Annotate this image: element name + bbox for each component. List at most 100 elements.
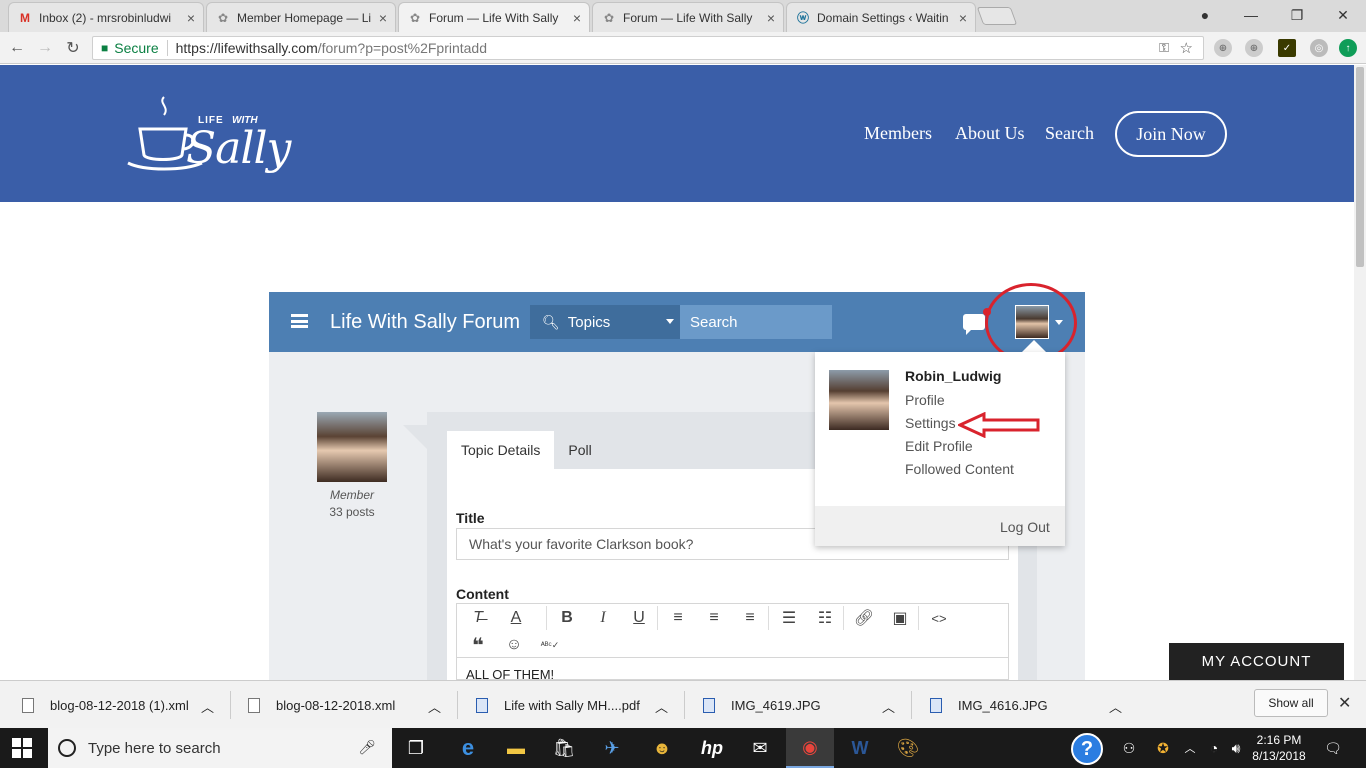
browser-tab-gmail[interactable]: M Inbox (2) - mrsrobinludwi × [8, 2, 204, 32]
taskbar-clock[interactable]: 2:16 PM 8/13/2018 [1246, 732, 1312, 764]
join-now-button[interactable]: Join Now [1115, 111, 1227, 157]
align-right-icon[interactable]: ≡ [738, 606, 762, 630]
bookmark-star-icon[interactable]: ☆ [1180, 39, 1193, 57]
download-filename: blog-08-12-2018.xml [276, 697, 396, 713]
close-tab-icon[interactable]: × [379, 10, 387, 26]
extension-upload-icon[interactable]: ↑ [1339, 39, 1357, 57]
microphone-icon[interactable]: 🎤︎ [358, 739, 376, 756]
wifi-icon[interactable]: ◔ [1204, 728, 1224, 768]
nav-search[interactable]: Search [1045, 123, 1094, 144]
extension-check-icon[interactable]: ✓ [1278, 39, 1296, 57]
task-view-icon[interactable]: ❐ [392, 728, 440, 768]
emoji-icon[interactable]: ☺ [502, 633, 526, 657]
show-all-downloads-button[interactable]: Show all [1254, 689, 1328, 717]
chevron-up-icon[interactable]: ︿ [201, 697, 214, 716]
align-center-icon[interactable]: ≡ [702, 606, 726, 630]
restore-icon[interactable]: ❐ [1274, 0, 1320, 30]
people-icon[interactable]: ⚇ [1116, 728, 1142, 768]
action-center-icon[interactable]: 🗨︎ [1320, 728, 1346, 768]
extension-power-icon[interactable]: ◎ [1310, 39, 1328, 57]
nav-about-us[interactable]: About Us [955, 123, 1025, 144]
menu-item-profile[interactable]: Profile [905, 392, 945, 408]
site-logo[interactable]: LIFE WITH Sally [124, 93, 314, 178]
app-rocket-icon[interactable]: ✈ [588, 728, 636, 768]
quote-icon[interactable]: ❝ [466, 633, 490, 657]
chevron-up-icon[interactable]: ︿ [655, 697, 668, 716]
dropdown-username[interactable]: Robin_Ludwig [905, 368, 1001, 384]
back-icon[interactable]: ← [6, 38, 28, 58]
browser-tab-forum[interactable]: ✿ Forum — Life With Sally × [592, 2, 784, 32]
key-icon[interactable]: ⚿ [1159, 40, 1169, 56]
post-author-avatar[interactable] [317, 412, 387, 482]
minimize-icon[interactable]: — [1228, 0, 1274, 30]
account-icon[interactable]: ● [1182, 0, 1228, 30]
paint-icon[interactable]: 🎨︎ [884, 728, 932, 768]
tab-topic-details[interactable]: Topic Details [447, 431, 555, 469]
menu-item-edit-profile[interactable]: Edit Profile [905, 438, 973, 454]
underline-icon[interactable]: U [627, 606, 651, 630]
italic-icon[interactable]: I [591, 606, 615, 630]
app-minion-icon[interactable]: ☻ [638, 728, 686, 768]
extension-zoom-icon[interactable]: ⊕ [1214, 39, 1232, 57]
menu-item-followed-content[interactable]: Followed Content [905, 461, 1014, 477]
forward-icon[interactable]: → [34, 38, 56, 58]
address-bar[interactable]: ■ Secure https://lifewithsally.com/forum… [92, 36, 1204, 60]
chrome-icon[interactable]: ◉ [786, 728, 834, 768]
reload-icon[interactable]: ↻ [62, 38, 84, 58]
download-item[interactable]: Life with Sally MH....pdf [476, 681, 640, 729]
store-icon[interactable]: 🛍︎ [540, 728, 588, 768]
chat-bubble-icon[interactable] [963, 314, 985, 335]
close-tab-icon[interactable]: × [573, 10, 581, 26]
edge-icon[interactable]: e [444, 728, 492, 768]
page-scrollbar[interactable] [1354, 65, 1366, 680]
taskbar-search-box[interactable]: Type here to search 🎤︎ [48, 728, 392, 768]
spellcheck-icon[interactable]: ᴬᴮᶜ✓ [538, 633, 562, 657]
browser-tab-forum-active[interactable]: ✿ Forum — Life With Sally × [398, 2, 590, 32]
bullet-list-icon[interactable]: ☰ [777, 606, 801, 630]
menu-item-settings[interactable]: Settings [905, 415, 956, 431]
windows-start-icon[interactable] [12, 738, 32, 758]
forum-title[interactable]: Life With Sally Forum [330, 311, 520, 334]
tab-poll[interactable]: Poll [554, 431, 605, 469]
browser-tab-domain-settings[interactable]: ⓦ Domain Settings ‹ Waitin × [786, 2, 976, 32]
download-item[interactable]: IMG_4616.JPG [930, 681, 1048, 729]
download-item[interactable]: blog-08-12-2018 (1).xml [22, 681, 189, 729]
scrollbar-thumb[interactable] [1356, 67, 1364, 267]
new-tab-button[interactable] [976, 7, 1018, 25]
close-shelf-icon[interactable]: ✕ [1338, 693, 1351, 713]
dropdown-avatar[interactable] [829, 370, 889, 430]
browser-tab-member-homepage[interactable]: ✿ Member Homepage — Li × [206, 2, 396, 32]
log-out-link[interactable]: Log Out [1000, 519, 1050, 535]
extension-search-icon[interactable]: ⊕ [1245, 39, 1263, 57]
bold-icon[interactable]: B [555, 606, 579, 630]
close-window-icon[interactable]: ✕ [1320, 0, 1366, 30]
tray-expand-icon[interactable]: ︿ [1180, 728, 1200, 768]
close-tab-icon[interactable]: × [187, 10, 195, 26]
nav-members[interactable]: Members [864, 123, 932, 144]
chevron-up-icon[interactable]: ︿ [1109, 697, 1122, 716]
word-icon[interactable]: W [836, 728, 884, 768]
volume-icon[interactable]: 🔊︎ [1226, 728, 1246, 768]
chevron-up-icon[interactable]: ︿ [882, 697, 895, 716]
hamburger-menu-icon[interactable] [291, 314, 308, 328]
forum-search-input[interactable]: Search [680, 305, 832, 339]
tray-app-icon[interactable]: ✪ [1152, 728, 1174, 768]
numbered-list-icon[interactable]: ☷ [813, 606, 837, 630]
clear-format-icon[interactable]: T̶ [466, 606, 490, 630]
image-icon[interactable]: ▣ [888, 606, 912, 630]
link-icon[interactable]: 🔗︎ [852, 606, 876, 630]
code-icon[interactable]: <> [927, 606, 951, 630]
my-account-button[interactable]: MY ACCOUNT [1169, 643, 1344, 680]
close-tab-icon[interactable]: × [767, 10, 775, 26]
mail-icon[interactable]: ✉ [736, 728, 784, 768]
download-item[interactable]: IMG_4619.JPG [703, 681, 821, 729]
file-explorer-icon[interactable]: ▬ [492, 728, 540, 768]
close-tab-icon[interactable]: × [959, 10, 967, 26]
hp-icon[interactable]: hp [688, 728, 736, 768]
help-icon[interactable]: ? [1071, 733, 1103, 765]
topics-search-scope-select[interactable]: 🔍︎ Topics [530, 305, 680, 339]
align-left-icon[interactable]: ≡ [666, 606, 690, 630]
text-color-icon[interactable]: A [504, 606, 528, 630]
download-item[interactable]: blog-08-12-2018.xml [248, 681, 395, 729]
chevron-up-icon[interactable]: ︿ [428, 697, 441, 716]
